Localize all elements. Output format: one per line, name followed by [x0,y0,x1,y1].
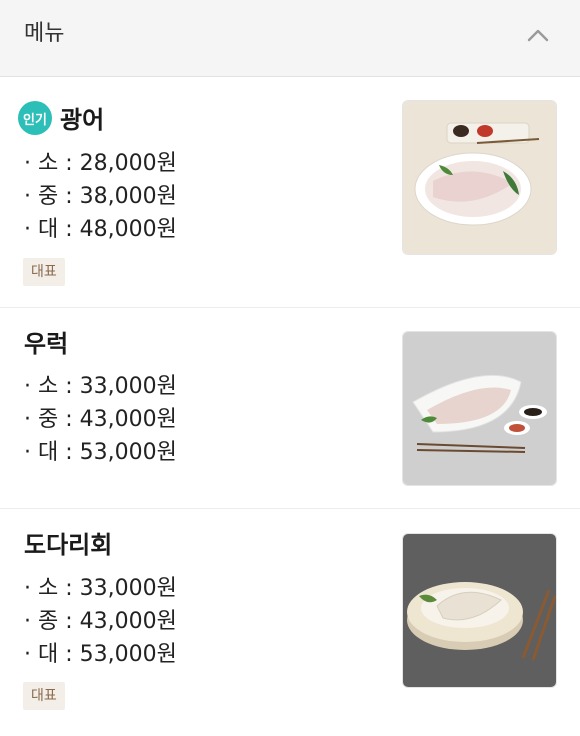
menu-item-rockfish[interactable]: 우럭 · 소 : 33,000원 · 중 : 43,000원 · 대 : 53,… [0,308,580,509]
menu-item-image[interactable] [402,533,557,688]
chevron-up-icon[interactable] [524,22,552,50]
price-large: · 대 : 53,000원 [24,440,177,465]
price-large: · 대 : 48,000원 [24,217,177,242]
menu-section-header[interactable]: 메뉴 [0,0,580,77]
signature-tag: 대표 [23,258,65,286]
menu-item-name: 우럭 [24,330,69,358]
price-small: · 소 : 28,000원 [24,151,177,176]
menu-item-name: 광어 [60,106,105,134]
price-small: · 소 : 33,000원 [24,374,177,399]
price-medium: · 종 : 43,000원 [24,609,177,634]
menu-item-flounder[interactable]: 인기 광어 · 소 : 28,000원 · 중 : 38,000원 · 대 : … [0,77,580,308]
menu-item-image[interactable] [402,100,557,255]
menu-item-image[interactable] [402,331,557,486]
price-small: · 소 : 33,000원 [24,576,177,601]
menu-item-dodari[interactable]: 도다리회 · 소 : 33,000원 · 종 : 43,000원 · 대 : 5… [0,509,580,736]
price-medium: · 중 : 43,000원 [24,407,177,432]
popular-badge: 인기 [15,98,55,138]
menu-item-name: 도다리회 [24,531,113,559]
price-large: · 대 : 53,000원 [24,642,177,667]
signature-tag: 대표 [23,682,65,710]
section-title: 메뉴 [24,21,65,46]
price-medium: · 중 : 38,000원 [24,184,177,209]
